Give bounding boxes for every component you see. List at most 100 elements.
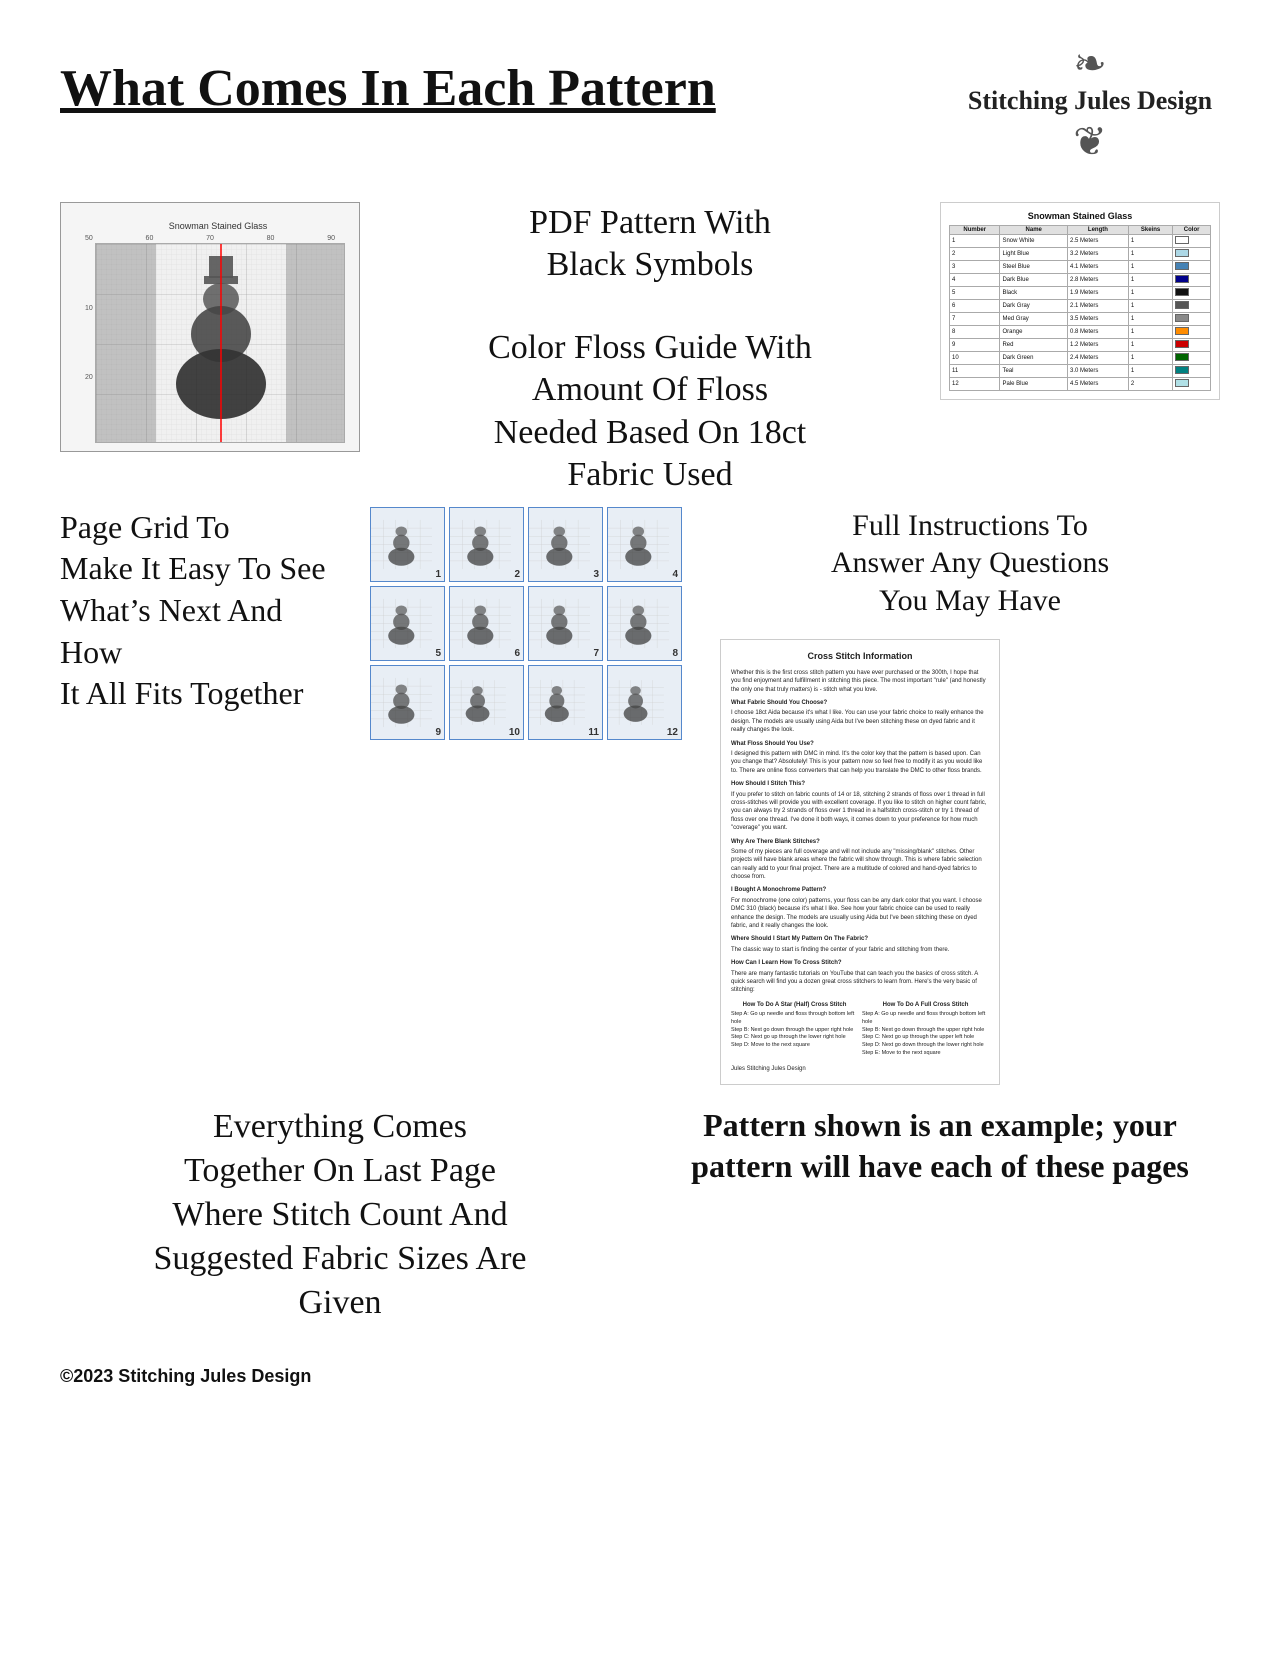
floss-name: Dark Blue: [1000, 273, 1068, 286]
floss-length: 1.9 Meters: [1067, 286, 1128, 299]
what-floss-body: I designed this pattern with DMC in mind…: [731, 750, 989, 775]
page-thumb: 12: [607, 665, 682, 740]
floss-length: 2.8 Meters: [1067, 273, 1128, 286]
floss-length: 4.5 Meters: [1067, 377, 1128, 390]
floss-name: Pale Blue: [1000, 377, 1068, 390]
how-stitch-body: If you prefer to stitch on fabric counts…: [731, 791, 989, 833]
how-to-left-title: How To Do A Star (Half) Cross Stitch: [731, 1001, 858, 1009]
thumb-svg: [608, 508, 669, 581]
start-body: The classic way to start is finding the …: [731, 946, 989, 954]
floss-num: 4: [950, 273, 1000, 286]
floss-name: Red: [1000, 338, 1068, 351]
cs-grid-title: Snowman Stained Glass: [85, 221, 351, 231]
page-thumb: 4: [607, 507, 682, 582]
page-thumb-num: 8: [669, 647, 681, 660]
page-grid-thumbnails: 1 2: [370, 507, 690, 740]
grid-ruler-left: 10 20: [85, 243, 93, 443]
row2: Page Grid To Make It Easy To See What’s …: [60, 507, 1220, 1085]
floss-color: [1173, 312, 1211, 325]
floss-name: Steel Blue: [1000, 260, 1068, 273]
page-thumb: 3: [528, 507, 603, 582]
pattern-note: Pattern shown is an example; your patter…: [660, 1105, 1220, 1188]
floss-color: [1173, 234, 1211, 247]
floss-name: Dark Green: [1000, 351, 1068, 364]
page-thumb-num: 1: [432, 568, 444, 581]
page-thumb: 10: [449, 665, 524, 740]
page-thumb: 7: [528, 586, 603, 661]
thumb-svg: [608, 587, 669, 660]
page-thumb-num: 4: [669, 568, 681, 581]
floss-length: 2.5 Meters: [1067, 234, 1128, 247]
how-stitch-head: How Should I Stitch This?: [731, 780, 989, 788]
thumb-svg: [529, 666, 585, 739]
what-fabric-body: I choose 18ct Aida because it's what I l…: [731, 709, 989, 734]
page-thumb-num: 2: [511, 568, 523, 581]
page-thumb-num: 10: [506, 726, 523, 739]
page-thumb: 8: [607, 586, 682, 661]
floss-skeins: 1: [1128, 234, 1172, 247]
bottom-section: Everything Comes Together On Last Page W…: [60, 1105, 1220, 1326]
floss-color: [1173, 364, 1211, 377]
page-thumb: 1: [370, 507, 445, 582]
floss-length: 3.0 Meters: [1067, 364, 1128, 377]
floss-table: Number Name Length Skeins Color 1 Snow W…: [949, 225, 1211, 391]
floss-length: 3.5 Meters: [1067, 312, 1128, 325]
col-name: Name: [1000, 225, 1068, 234]
floss-row: 10 Dark Green 2.4 Meters 1: [950, 351, 1211, 364]
floss-row: 9 Red 1.2 Meters 1: [950, 338, 1211, 351]
floss-row: 1 Snow White 2.5 Meters 1: [950, 234, 1211, 247]
instructions-area: Full Instructions To Answer Any Question…: [720, 507, 1220, 1085]
floss-num: 6: [950, 299, 1000, 312]
floss-skeins: 1: [1128, 273, 1172, 286]
what-fabric-head: What Fabric Should You Choose?: [731, 699, 989, 707]
thumb-svg: [608, 666, 664, 739]
floss-color: [1173, 351, 1211, 364]
instructions-text: Full Instructions To Answer Any Question…: [720, 507, 1220, 620]
learn-body: There are many fantastic tutorials on Yo…: [731, 970, 989, 995]
cs-grid-pattern: Snowman Stained Glass 5060708090 10 20: [60, 202, 360, 452]
instructions-document: Cross Stitch Information Whether this is…: [720, 639, 1000, 1084]
instructions-doc-title: Cross Stitch Information: [731, 650, 989, 663]
everything-text: Everything Comes Together On Last Page W…: [60, 1105, 620, 1326]
col-length: Length: [1067, 225, 1128, 234]
floss-skeins: 2: [1128, 377, 1172, 390]
thumb-svg: [450, 508, 511, 581]
floss-num: 2: [950, 247, 1000, 260]
floss-name: Teal: [1000, 364, 1068, 377]
how-to-grid: How To Do A Star (Half) Cross Stitch Ste…: [731, 1001, 989, 1058]
logo-text: Stitching Jules Design: [960, 84, 1220, 118]
thumb-svg: [371, 666, 432, 739]
floss-length: 1.2 Meters: [1067, 338, 1128, 351]
floss-num: 5: [950, 286, 1000, 299]
floss-num: 7: [950, 312, 1000, 325]
blank-head: Why Are There Blank Stitches?: [731, 838, 989, 846]
floss-guide-table: Snowman Stained Glass Number Name Length…: [940, 202, 1220, 400]
floss-skeins: 1: [1128, 260, 1172, 273]
floss-row: 6 Dark Gray 2.1 Meters 1: [950, 299, 1211, 312]
floss-name: Light Blue: [1000, 247, 1068, 260]
instructions-body: Whether this is the first cross stitch p…: [731, 669, 989, 694]
row1: Snowman Stained Glass 5060708090 10 20: [60, 202, 1220, 497]
page-thumb: 2: [449, 507, 524, 582]
page-thumb-num: 3: [590, 568, 602, 581]
blank-body: Some of my pieces are full coverage and …: [731, 848, 989, 882]
floss-color: [1173, 286, 1211, 299]
page-thumb: 6: [449, 586, 524, 661]
floss-length: 2.4 Meters: [1067, 351, 1128, 364]
how-to-right-steps: Step A: Go up needle and floss through b…: [862, 1011, 989, 1057]
mono-head: I Bought A Monochrome Pattern?: [731, 886, 989, 894]
page-thumb: 9: [370, 665, 445, 740]
learn-head: How Can I Learn How To Cross Stitch?: [731, 959, 989, 967]
floss-name: Black: [1000, 286, 1068, 299]
how-to-right: How To Do A Full Cross Stitch Step A: Go…: [862, 1001, 989, 1058]
floss-row: 12 Pale Blue 4.5 Meters 2: [950, 377, 1211, 390]
floss-skeins: 1: [1128, 286, 1172, 299]
floss-color: [1173, 260, 1211, 273]
floss-skeins: 1: [1128, 299, 1172, 312]
floss-color: [1173, 377, 1211, 390]
page-thumb: 11: [528, 665, 603, 740]
start-head: Where Should I Start My Pattern On The F…: [731, 935, 989, 943]
floss-num: 11: [950, 364, 1000, 377]
floss-num: 9: [950, 338, 1000, 351]
col-number: Number: [950, 225, 1000, 234]
